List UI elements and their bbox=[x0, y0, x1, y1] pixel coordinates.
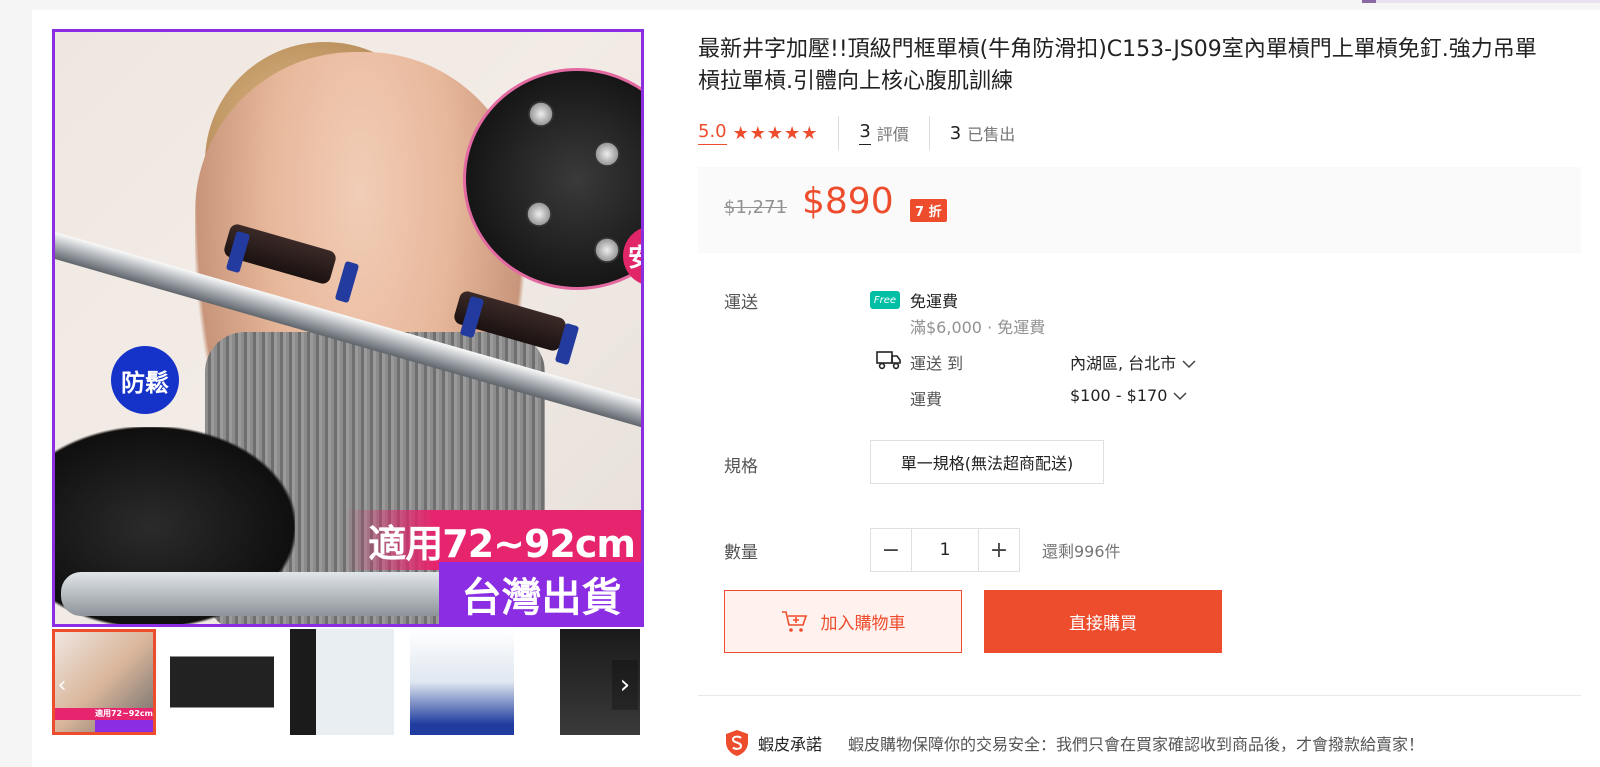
thumbnail-prev-button[interactable]: ‹ bbox=[52, 660, 72, 710]
thumbnail-3[interactable] bbox=[290, 629, 394, 735]
origin-banner: 台灣出貨 bbox=[439, 562, 641, 624]
section-divider bbox=[698, 695, 1581, 696]
top-bar-accent bbox=[1362, 0, 1600, 3]
shipping-label: 運送 bbox=[724, 293, 758, 313]
top-bar-accent-mark bbox=[1362, 0, 1376, 3]
rating-score[interactable]: 5.0 bbox=[698, 121, 727, 145]
chevron-down-icon bbox=[1182, 354, 1196, 373]
add-to-cart-button[interactable]: 加入購物車 bbox=[724, 590, 962, 653]
stock-remaining: 還剩996件 bbox=[1042, 542, 1121, 561]
quantity-decrease-button[interactable]: − bbox=[871, 529, 911, 571]
discount-badge: 7 折 bbox=[910, 199, 947, 222]
reviews-label: 評價 bbox=[876, 125, 909, 144]
size-banner: 適用72~92cm bbox=[345, 510, 641, 570]
rating-row: 5.0 ★★★★★ 3 評價 3 已售出 bbox=[698, 116, 1016, 150]
shipping-fee-value: $100 - $170 bbox=[1070, 386, 1168, 405]
reviews-count[interactable]: 3 bbox=[859, 121, 871, 145]
add-to-cart-label: 加入購物車 bbox=[820, 614, 906, 634]
free-shipping-title: 免運費 bbox=[910, 292, 959, 311]
product-title: 最新井字加壓!!頂級門框單槓(牛角防滑扣)C153-JS09室內單槓門上單槓免釘… bbox=[698, 37, 1537, 94]
buy-now-button[interactable]: 直接購買 bbox=[984, 590, 1222, 653]
quantity-input[interactable]: 1 bbox=[911, 529, 979, 571]
quantity-stepper: − 1 + bbox=[870, 528, 1020, 572]
shopee-guarantee[interactable]: 蝦皮承諾 蝦皮購物保障你的交易安全：我們只會在買家確認收到商品後，才會撥款給賣家… bbox=[724, 729, 1424, 757]
guarantee-title: 蝦皮承諾 bbox=[758, 735, 823, 754]
ship-to-value: 內湖區, 台北市 bbox=[1070, 354, 1177, 373]
sold-count: 3 bbox=[949, 122, 962, 144]
free-shipping-condition: 滿$6,000 · 免運費 bbox=[910, 318, 1046, 337]
thumbnail-next-button[interactable]: › bbox=[612, 660, 638, 710]
free-shipping-icon: Free bbox=[870, 291, 900, 309]
sold-label: 已售出 bbox=[967, 125, 1016, 144]
quantity-increase-button[interactable]: + bbox=[979, 529, 1019, 571]
shield-icon bbox=[726, 730, 748, 756]
thumbnail-2[interactable] bbox=[170, 629, 274, 735]
thumbnail-4[interactable] bbox=[410, 629, 514, 735]
guarantee-text: 蝦皮購物保障你的交易安全：我們只會在買家確認收到商品後，才會撥款給賣家！ bbox=[848, 735, 1425, 754]
variant-label: 規格 bbox=[724, 457, 758, 477]
chevron-down-icon bbox=[1173, 386, 1187, 405]
divider bbox=[928, 116, 930, 150]
quantity-label: 數量 bbox=[724, 543, 758, 563]
cart-plus-icon bbox=[781, 610, 807, 632]
divider bbox=[838, 116, 840, 150]
current-price: $890 bbox=[802, 181, 894, 222]
ship-to-selector[interactable]: 內湖區, 台北市 bbox=[1070, 350, 1196, 374]
main-product-image[interactable]: 安全 防鬆 適用72~92cm 台灣出貨 bbox=[52, 29, 644, 627]
anti-loose-badge: 防鬆 bbox=[111, 346, 179, 414]
ship-to-label: 運送 到 bbox=[910, 354, 964, 373]
shipping-fee-label: 運費 bbox=[910, 390, 943, 409]
truck-icon bbox=[876, 351, 901, 370]
original-price: $1,271 bbox=[724, 197, 787, 218]
shipping-fee-selector[interactable]: $100 - $170 bbox=[1070, 386, 1187, 405]
thumbnail-strip: 適用72~92cm bbox=[52, 629, 640, 739]
price-section: $1,271 $890 7 折 bbox=[698, 167, 1581, 253]
variant-option-button[interactable]: 單一規格(無法超商配送) bbox=[870, 440, 1104, 484]
star-rating-icon: ★★★★★ bbox=[732, 122, 819, 144]
